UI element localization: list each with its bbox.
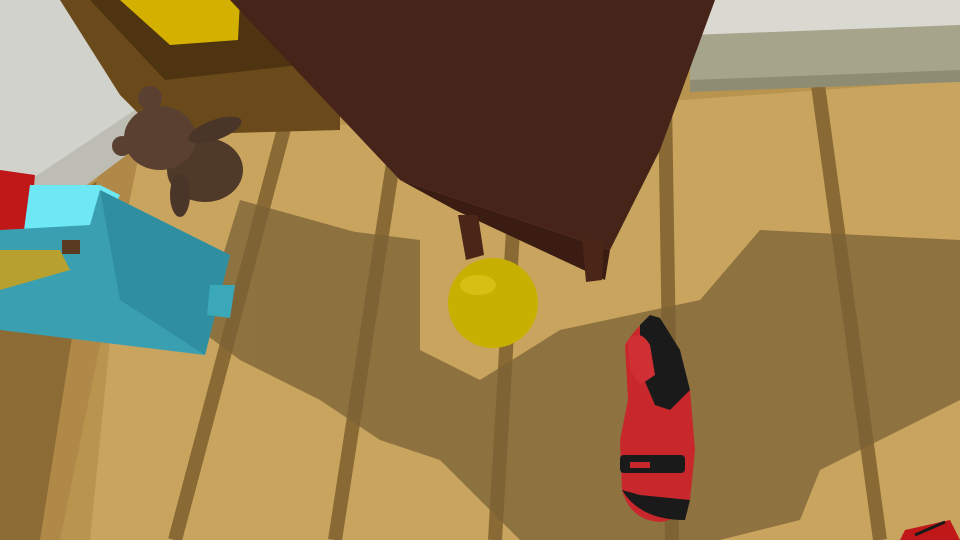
yellow-ball xyxy=(448,258,538,348)
wall xyxy=(690,0,960,92)
game-viewport xyxy=(0,0,960,540)
